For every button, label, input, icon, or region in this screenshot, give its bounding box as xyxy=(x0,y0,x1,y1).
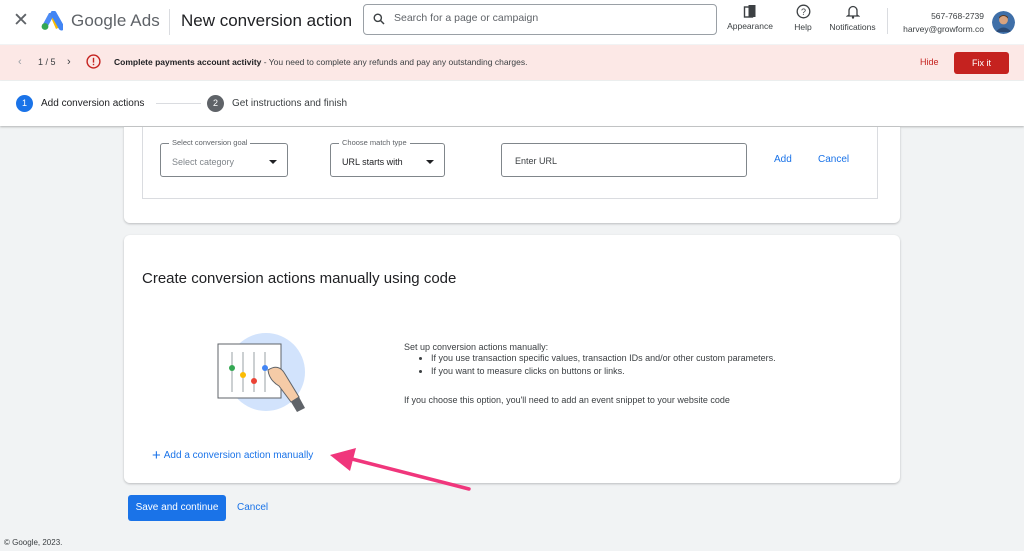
step-connector xyxy=(156,103,201,104)
appearance-icon xyxy=(743,5,756,18)
list-item: If you use transaction specific values, … xyxy=(431,352,776,365)
help-icon: ? xyxy=(796,4,810,19)
description-intro: Set up conversion actions manually: xyxy=(404,342,549,352)
settings-sliders-illustration xyxy=(217,333,305,412)
account-email: harvey@growform.co xyxy=(903,24,984,34)
plus-icon: + xyxy=(152,447,161,464)
appearance-button[interactable]: Appearance xyxy=(724,4,776,36)
description-list: If you use transaction specific values, … xyxy=(416,352,776,378)
conversion-goal-select[interactable]: Select conversion goal Select category xyxy=(160,138,288,177)
search-input[interactable] xyxy=(392,11,696,25)
add-manual-label: Add a conversion action manually xyxy=(163,450,314,461)
alert-title: Complete payments account activity xyxy=(114,57,262,67)
stepper xyxy=(0,81,1024,126)
cancel-button[interactable]: Cancel xyxy=(237,502,268,513)
search-box[interactable] xyxy=(363,4,717,35)
search-icon xyxy=(373,13,385,25)
header-divider xyxy=(887,8,888,34)
url-field[interactable] xyxy=(501,143,747,177)
match-select-value: URL starts with xyxy=(342,157,403,167)
notifications-button[interactable]: Notifications xyxy=(824,4,881,36)
dropdown-arrow-icon xyxy=(269,160,277,164)
avatar[interactable] xyxy=(992,11,1015,34)
add-url-button[interactable]: Add xyxy=(774,154,792,165)
account-id: 567-768-2739 xyxy=(931,11,984,21)
svg-text:?: ? xyxy=(800,7,805,17)
step-2-number: 2 xyxy=(207,95,224,112)
card-title: Create conversion actions manually using… xyxy=(142,270,457,287)
alert-detail: - You need to complete any refunds and p… xyxy=(261,57,528,67)
copyright: © Google, 2023. xyxy=(4,538,63,547)
page-title: New conversion action xyxy=(181,11,353,30)
save-and-continue-button[interactable]: Save and continue xyxy=(128,495,226,521)
cancel-url-button[interactable]: Cancel xyxy=(818,154,849,165)
close-icon[interactable]: ✕ xyxy=(11,11,31,31)
header-divider xyxy=(169,9,170,35)
error-icon xyxy=(86,54,101,69)
help-label: Help xyxy=(794,22,812,32)
annotation-arrow-icon xyxy=(330,448,471,491)
match-type-select[interactable]: Choose match type URL starts with xyxy=(330,138,445,177)
dropdown-arrow-icon xyxy=(426,160,434,164)
alert-counter: 1 / 5 xyxy=(38,57,56,67)
help-button[interactable]: ? Help xyxy=(789,4,817,36)
appearance-label: Appearance xyxy=(727,21,773,31)
description-note: If you choose this option, you'll need t… xyxy=(404,395,730,405)
brand-name: Google Ads xyxy=(71,11,160,30)
bell-icon xyxy=(845,5,860,19)
list-item: If you want to measure clicks on buttons… xyxy=(431,365,776,378)
chevron-left-icon[interactable]: ‹ xyxy=(18,56,22,68)
step-1-label: Add conversion actions xyxy=(41,98,145,109)
notifications-label: Notifications xyxy=(829,22,876,32)
fix-it-button[interactable]: Fix it xyxy=(954,52,1009,74)
goal-select-value: Select category xyxy=(172,157,235,167)
hide-alert-button[interactable]: Hide xyxy=(920,57,939,67)
goal-select-label: Select conversion goal xyxy=(169,138,251,147)
match-select-label: Choose match type xyxy=(339,138,410,147)
chevron-right-icon[interactable]: › xyxy=(67,56,71,68)
step-1-number: 1 xyxy=(16,95,33,112)
add-conversion-manually-button[interactable]: + Add a conversion action manually xyxy=(152,447,314,464)
google-ads-logo xyxy=(41,11,63,31)
alert-message: Complete payments account activity - You… xyxy=(114,57,527,67)
url-input[interactable] xyxy=(513,155,737,167)
step-2-label: Get instructions and finish xyxy=(232,98,348,109)
